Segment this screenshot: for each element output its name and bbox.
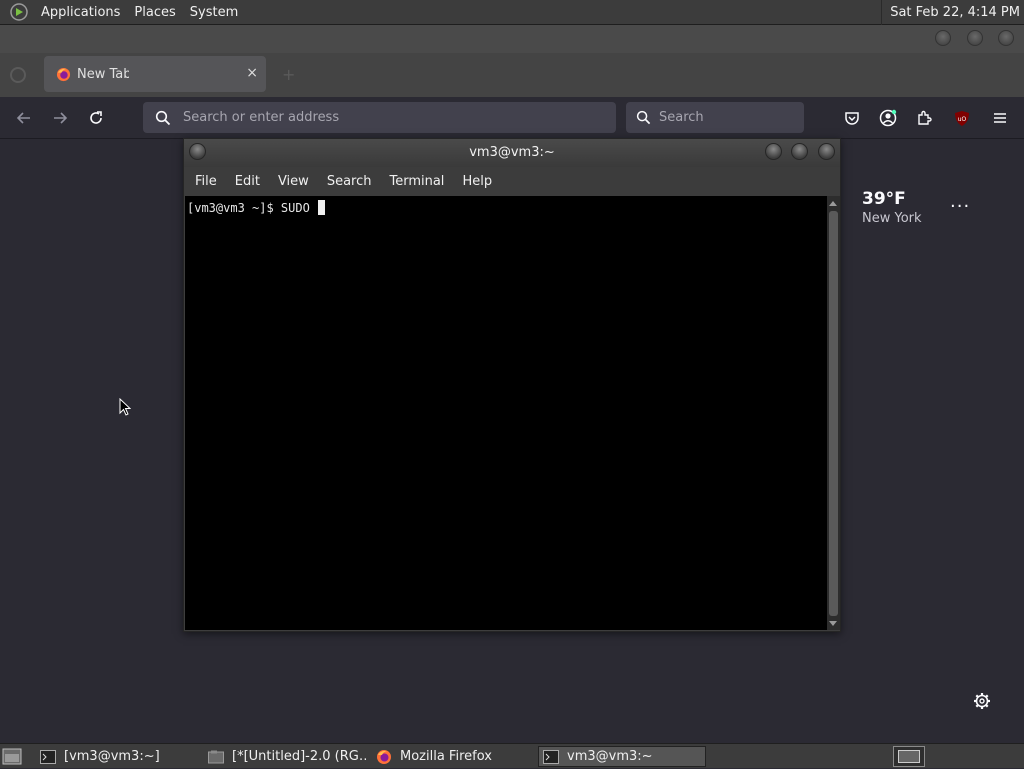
ublock-origin-icon[interactable]: uO <box>951 107 973 129</box>
text-cursor <box>317 200 325 215</box>
taskbar-item-terminal-1[interactable]: [vm3@vm3:~] <box>36 746 196 767</box>
account-icon[interactable] <box>877 107 899 129</box>
clock[interactable]: Sat Feb 22, 4:14 PM <box>881 0 1020 25</box>
maximize-button[interactable] <box>791 143 808 160</box>
taskbar-item-terminal-2[interactable]: vm3@vm3:~ <box>538 746 706 767</box>
taskbar: [vm3@vm3:~] [*[Untitled]-2.0 (RG… Mozill… <box>0 743 1024 768</box>
back-icon[interactable] <box>13 107 35 129</box>
taskbar-item-label: [vm3@vm3:~] <box>64 749 160 764</box>
search-icon <box>636 110 651 125</box>
weather-widget[interactable]: 39°F New York <box>862 189 922 226</box>
mouse-pointer-icon <box>119 397 132 418</box>
taskbar-item-label: [*[Untitled]-2.0 (RG… <box>232 749 366 764</box>
terminal-icon <box>40 749 56 764</box>
extensions-icon[interactable] <box>913 107 935 129</box>
firefox-navbar: uO <box>0 97 1024 139</box>
close-button[interactable] <box>818 143 835 160</box>
terminal-prompt-line: [vm3@vm3 ~]$ SUDO <box>187 201 310 215</box>
tab-new-tab[interactable]: New Tab × <box>44 56 266 92</box>
taskbar-item-label: vm3@vm3:~ <box>567 749 653 764</box>
terminal-window[interactable]: vm3@vm3:~ File Edit View Search Terminal… <box>183 138 841 632</box>
search-icon <box>155 110 171 125</box>
menu-file[interactable]: File <box>186 174 226 189</box>
tab-close-icon[interactable]: × <box>246 65 258 81</box>
close-button[interactable] <box>998 30 1014 46</box>
address-bar[interactable] <box>143 102 616 133</box>
terminal-titlebar[interactable]: vm3@vm3:~ <box>184 139 840 167</box>
maximize-button[interactable] <box>967 30 983 46</box>
taskbar-item-label: Mozilla Firefox <box>400 749 492 764</box>
taskbar-item-gimp[interactable]: [*[Untitled]-2.0 (RG… <box>204 746 366 767</box>
distro-logo-icon[interactable] <box>9 2 29 22</box>
weather-temperature: 39°F <box>862 189 906 209</box>
tab-label: New Tab <box>77 66 129 82</box>
firefox-titlebar <box>0 25 1024 53</box>
firefox-icon <box>56 67 71 81</box>
menu-icon[interactable] <box>989 107 1011 129</box>
firefox-icon <box>377 749 391 764</box>
scrollbar-thumb[interactable] <box>829 211 838 616</box>
menu-search[interactable]: Search <box>318 174 381 189</box>
workspace-thumbnail <box>898 750 920 763</box>
terminal-scrollbar[interactable] <box>827 196 840 630</box>
terminal-title: vm3@vm3:~ <box>469 145 555 160</box>
search-bar[interactable] <box>626 102 804 133</box>
terminal-output[interactable]: [vm3@vm3 ~]$ SUDO <box>185 196 827 630</box>
system-menu[interactable]: System <box>183 5 245 20</box>
firefox-tabbar: New Tab × + <box>0 53 1024 97</box>
show-desktop-icon[interactable] <box>2 748 22 765</box>
weather-menu-button[interactable]: ··· <box>950 196 970 217</box>
menu-help[interactable]: Help <box>453 174 501 189</box>
menu-terminal[interactable]: Terminal <box>380 174 453 189</box>
scroll-down-icon[interactable] <box>829 621 837 626</box>
svg-text:uO: uO <box>958 116 967 123</box>
forward-icon[interactable] <box>49 107 71 129</box>
applications-menu[interactable]: Applications <box>34 5 127 20</box>
new-tab-button[interactable]: + <box>282 65 295 84</box>
places-menu[interactable]: Places <box>127 5 182 20</box>
workspace-switcher[interactable] <box>893 746 925 767</box>
minimize-button[interactable] <box>935 30 951 46</box>
scroll-up-icon[interactable] <box>829 201 837 206</box>
minimize-button[interactable] <box>765 143 782 160</box>
address-input[interactable] <box>181 109 581 126</box>
firefox-view-icon[interactable] <box>10 67 26 83</box>
gear-icon[interactable] <box>972 691 992 711</box>
terminal-icon <box>543 749 559 764</box>
top-panel: Applications Places System Sat Feb 22, 4… <box>0 0 1024 25</box>
terminal-menubar: File Edit View Search Terminal Help <box>184 167 840 196</box>
menu-edit[interactable]: Edit <box>226 174 269 189</box>
pocket-icon[interactable] <box>841 107 863 129</box>
weather-city: New York <box>862 211 922 226</box>
reload-icon[interactable] <box>85 107 107 129</box>
taskbar-item-firefox[interactable]: Mozilla Firefox <box>372 746 532 767</box>
menu-view[interactable]: View <box>269 174 318 189</box>
gimp-icon <box>208 750 224 763</box>
search-input[interactable] <box>657 109 787 126</box>
